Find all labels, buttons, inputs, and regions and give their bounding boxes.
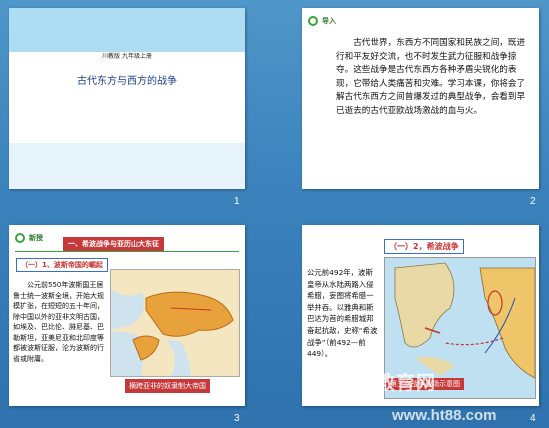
subsection-heading: （一）1、波斯帝国的崛起 [16, 258, 108, 272]
circle-bullet-icon [15, 233, 25, 243]
section-tag-label: 新授 [29, 234, 43, 242]
slide-1-thumbnail[interactable]: 川教版 九年级上册 古代东方与西方的战争 [9, 8, 245, 189]
section-tag: 新授 [15, 233, 43, 243]
slide-1-subtitle: 川教版 九年级上册 [102, 53, 152, 60]
section-tag: 导入 [308, 16, 336, 26]
title-band-bottom [9, 143, 245, 189]
slide-2-thumbnail[interactable]: 导入 古代世界，东西方不同国家和民族之间，既进行和平友好交流，也不时发生武力征服… [302, 8, 539, 189]
section-tag-label: 导入 [322, 17, 336, 25]
persia-paragraph: 公元前550年波斯国王居鲁士统一波斯全境，开始大规模扩张，在短短的五十年间，除中… [13, 281, 104, 363]
slide-3-number: 3 [234, 413, 240, 424]
watermark-site-name: 育星教育网 [336, 372, 437, 394]
greco-persian-paragraph: 公元前492年，波斯皇帝从水陆两路入侵希腊，妄图将希腊一举并吞。以雅典和斯巴达为… [307, 268, 378, 359]
circle-bullet-icon [308, 16, 318, 26]
title-band-top [9, 8, 245, 52]
intro-paragraph: 古代世界，东西方不同国家和民族之间，既进行和平友好交流，也不时发生武力征服和战争… [336, 38, 526, 116]
persian-empire-map [110, 269, 240, 377]
slide-1-number: 1 [234, 196, 240, 207]
slide-1-title: 古代东方与西方的战争 [77, 76, 177, 87]
slide-3-thumbnail[interactable]: 新授 一、希波战争与亚历山大东征 （一）1、波斯帝国的崛起 公元前550年波斯国… [9, 225, 245, 406]
section-heading: 一、希波战争与亚历山大东征 [63, 237, 164, 251]
map-caption: 横跨亚非的奴隶制大帝国 [125, 379, 210, 393]
slide-4-number: 4 [530, 413, 536, 424]
slide-heading: （一）2，希波战争 [384, 239, 464, 254]
watermark-url: www.ht88.com [392, 407, 497, 424]
divider [15, 251, 239, 252]
slide-2-number: 2 [530, 196, 536, 207]
